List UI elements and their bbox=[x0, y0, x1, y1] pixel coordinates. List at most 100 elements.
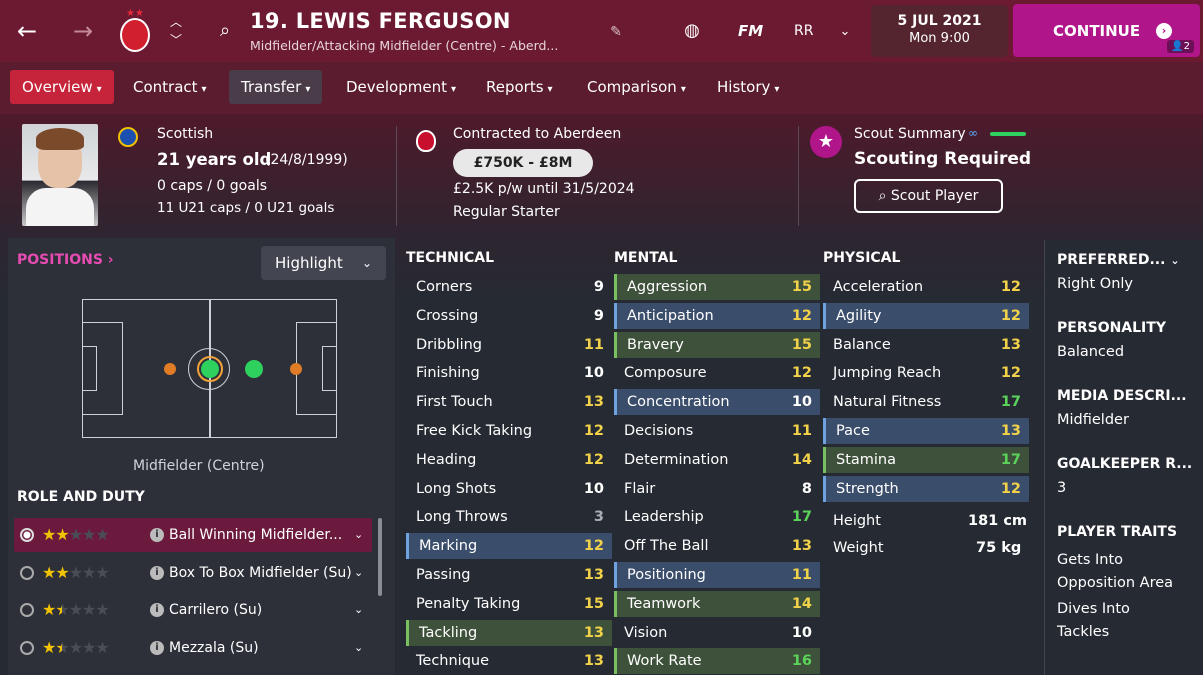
attribute-row[interactable]: Tackling 13 bbox=[406, 619, 612, 646]
back-arrow-icon[interactable]: ← bbox=[14, 17, 40, 45]
attribute-row[interactable]: Agility 12 bbox=[823, 302, 1029, 329]
info-icon[interactable]: i bbox=[150, 641, 164, 655]
attribute-name: Natural Fitness bbox=[833, 394, 942, 411]
attribute-row[interactable]: Vision 10 bbox=[614, 620, 820, 646]
tab-transfer[interactable]: Transfer ▾ bbox=[229, 70, 323, 104]
attribute-name: Concentration bbox=[627, 394, 730, 411]
continue-badge: 👤2 bbox=[1167, 40, 1194, 53]
tab-reports[interactable]: Reports ▾ bbox=[474, 70, 565, 104]
attribute-row[interactable]: Free Kick Taking 12 bbox=[406, 418, 612, 444]
attribute-row[interactable]: Concentration 10 bbox=[614, 389, 820, 416]
attribute-row[interactable]: Marking 12 bbox=[406, 533, 612, 560]
preferred-foot-title[interactable]: PREFERRED... ⌄ bbox=[1057, 252, 1180, 268]
attribute-row[interactable]: Strength 12 bbox=[823, 475, 1029, 502]
attribute-value: 15 bbox=[583, 595, 604, 612]
role-radio[interactable] bbox=[20, 603, 34, 617]
info-icon[interactable]: i bbox=[150, 566, 164, 580]
attribute-name: Long Throws bbox=[416, 509, 508, 526]
continue-button[interactable]: CONTINUE › 👤2 bbox=[1013, 4, 1200, 57]
role-name: Carrilero (Su) bbox=[169, 602, 263, 618]
attribute-row[interactable]: Long Throws 3 bbox=[406, 504, 612, 530]
attribute-row[interactable]: Crossing 9 bbox=[406, 303, 612, 329]
role-radio[interactable] bbox=[20, 641, 34, 655]
attribute-row[interactable]: Teamwork 14 bbox=[614, 590, 820, 617]
aberdeen-crest-icon[interactable] bbox=[416, 130, 436, 152]
chevron-down-icon[interactable]: ⌄ bbox=[354, 556, 363, 590]
tab-contract[interactable]: Contract ▾ bbox=[121, 70, 219, 104]
chevron-down-icon[interactable]: ⌄ bbox=[354, 631, 363, 665]
attribute-row[interactable]: Technique 13 bbox=[406, 648, 612, 674]
attribute-row[interactable]: Corners 9 bbox=[406, 274, 612, 300]
transfer-value[interactable]: £750K - £8M bbox=[453, 149, 593, 177]
chevron-down-icon[interactable]: ⌄ bbox=[354, 518, 363, 552]
tab-comparison[interactable]: Comparison ▾ bbox=[575, 70, 698, 104]
u21-caps: 11 U21 caps / 0 U21 goals bbox=[157, 200, 335, 216]
role-row[interactable]: ★★★★★ i Carrilero (Su) ⌄ bbox=[14, 593, 372, 627]
contract-wage: £2.5K p/w until 31/5/2024 bbox=[453, 181, 635, 197]
club-crest-icon[interactable] bbox=[120, 18, 150, 52]
scrollbar[interactable] bbox=[378, 518, 382, 596]
goalkeeper-rating-title: GOALKEEPER R... bbox=[1057, 456, 1193, 472]
tab-history[interactable]: History ▾ bbox=[705, 70, 791, 104]
attribute-value: 11 bbox=[583, 336, 604, 353]
attribute-value: 12 bbox=[1000, 365, 1021, 382]
attribute-row[interactable]: Passing 13 bbox=[406, 562, 612, 588]
attribute-row[interactable]: Dribbling 11 bbox=[406, 332, 612, 358]
attribute-row[interactable]: Decisions 11 bbox=[614, 418, 820, 444]
divider bbox=[798, 126, 799, 226]
attribute-row[interactable]: Acceleration 12 bbox=[823, 274, 1029, 300]
role-row[interactable]: ★★★★★ i Mezzala (Su) ⌄ bbox=[14, 631, 372, 665]
fm-label[interactable]: FM bbox=[738, 22, 763, 40]
forward-arrow-icon[interactable]: → bbox=[70, 17, 96, 45]
attribute-value: 13 bbox=[1000, 423, 1021, 439]
highlight-dropdown[interactable]: Highlight ⌄ bbox=[261, 246, 386, 280]
player-dob: (24/8/1999) bbox=[265, 152, 348, 168]
attribute-row[interactable]: Aggression 15 bbox=[614, 274, 820, 300]
attribute-name: First Touch bbox=[416, 394, 493, 411]
info-icon[interactable]: i bbox=[150, 603, 164, 617]
tab-development[interactable]: Development ▾ bbox=[334, 70, 468, 104]
role-row[interactable]: ★★★★★ i Box To Box Midfielder (Su) ⌄ bbox=[14, 556, 372, 590]
attribute-row[interactable]: Natural Fitness 17 bbox=[823, 389, 1029, 415]
height-value: 181 cm bbox=[968, 513, 1028, 529]
attribute-name: Acceleration bbox=[833, 279, 924, 295]
chevron-down-icon[interactable]: ﹀ bbox=[168, 32, 184, 47]
info-icon[interactable]: i bbox=[150, 528, 164, 542]
role-radio[interactable] bbox=[20, 528, 34, 542]
attribute-row[interactable]: First Touch 13 bbox=[406, 389, 612, 415]
chevron-down-icon[interactable]: ⌄ bbox=[836, 22, 854, 40]
attribute-value: 17 bbox=[1000, 394, 1021, 411]
tab-overview[interactable]: Overview ▾ bbox=[10, 70, 114, 104]
attribute-row[interactable]: Balance 13 bbox=[823, 332, 1029, 358]
attribute-row[interactable]: Penalty Taking 15 bbox=[406, 591, 612, 617]
attribute-row[interactable]: Finishing 10 bbox=[406, 360, 612, 386]
attribute-row[interactable]: Work Rate 16 bbox=[614, 648, 820, 675]
role-radio[interactable] bbox=[20, 566, 34, 580]
attribute-row[interactable]: Long Shots 10 bbox=[406, 476, 612, 502]
positions-title[interactable]: POSITIONS › bbox=[17, 252, 114, 268]
attribute-value: 16 bbox=[791, 653, 812, 670]
attribute-row[interactable]: Heading 12 bbox=[406, 447, 612, 473]
attribute-row[interactable]: Determination 14 bbox=[614, 447, 820, 473]
attribute-value: 10 bbox=[791, 394, 812, 411]
role-row[interactable]: ★★★★★ i Ball Winning Midfielder... ⌄ bbox=[14, 518, 372, 552]
date-box[interactable]: 5 JUL 2021 Mon 9:00 bbox=[871, 5, 1008, 57]
attribute-name: Long Shots bbox=[416, 480, 497, 497]
attribute-row[interactable]: Positioning 11 bbox=[614, 562, 820, 588]
scout-player-button[interactable]: ⌕ Scout Player bbox=[854, 179, 1003, 213]
attribute-row[interactable]: Pace 13 bbox=[823, 418, 1029, 444]
attribute-row[interactable]: Stamina 17 bbox=[823, 446, 1029, 473]
attribute-row[interactable]: Composure 12 bbox=[614, 360, 820, 386]
attribute-row[interactable]: Leadership 17 bbox=[614, 504, 820, 530]
attribute-row[interactable]: Bravery 15 bbox=[614, 331, 820, 358]
rr-label[interactable]: RR bbox=[794, 23, 813, 39]
chevron-down-icon[interactable]: ⌄ bbox=[354, 593, 363, 627]
football-globe-icon[interactable]: ◍ bbox=[680, 18, 704, 42]
edit-pencil-icon[interactable]: ✎ bbox=[606, 22, 626, 42]
attribute-row[interactable]: Flair 8 bbox=[614, 476, 820, 502]
attribute-row[interactable]: Jumping Reach 12 bbox=[823, 360, 1029, 386]
attribute-row[interactable]: Anticipation 12 bbox=[614, 302, 820, 329]
search-icon[interactable]: ⌕ bbox=[213, 18, 237, 42]
chevron-up-icon[interactable]: ︿ bbox=[168, 14, 184, 29]
attribute-row[interactable]: Off The Ball 13 bbox=[614, 533, 820, 559]
